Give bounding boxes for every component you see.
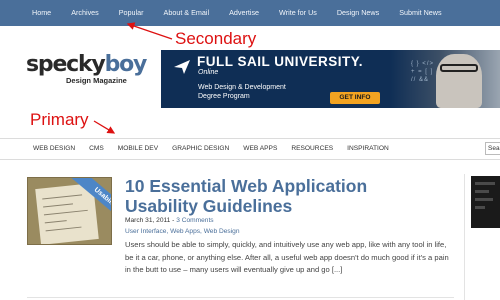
nav-home[interactable]: Home [22, 0, 61, 26]
nav-web-apps[interactable]: WEB APPS [236, 139, 284, 159]
primary-nav-bar: WEB DESIGN CMS MOBILE DEV GRAPHIC DESIGN… [0, 138, 500, 160]
article-thumbnail[interactable]: Usability [27, 177, 112, 245]
category-web-design[interactable]: Web Design [204, 228, 240, 235]
secondary-arrow [126, 22, 173, 40]
nav-design-news[interactable]: Design News [327, 0, 389, 26]
airplane-icon [174, 60, 190, 74]
ad-scribble-decoration: { } </> + = [ ]// && [410, 61, 434, 83]
banner-ad[interactable]: { } </> + = [ ]// && FULL SAIL UNIVERSITY… [161, 50, 500, 108]
nav-submit-news[interactable]: Submit News [389, 0, 451, 26]
primary-nav: WEB DESIGN CMS MOBILE DEV GRAPHIC DESIGN… [26, 139, 396, 159]
article-bottom-divider [27, 297, 454, 298]
secondary-annotation: Secondary [175, 29, 257, 48]
secondary-nav-bar: Home Archives Popular About & Email Adve… [0, 0, 500, 26]
ad-glasses-shape [440, 64, 478, 72]
ad-portrait-image [436, 54, 482, 108]
nav-web-design[interactable]: WEB DESIGN [26, 139, 82, 159]
ad-program-line2: Degree Program [198, 93, 250, 100]
nav-about-email[interactable]: About & Email [154, 0, 220, 26]
nav-advertise[interactable]: Advertise [219, 0, 269, 26]
category-user-interface[interactable]: User Interface [125, 228, 166, 235]
nav-write-for-us[interactable]: Write for Us [269, 0, 327, 26]
article-meta: March 31, 2011 - 3 Comments [125, 217, 214, 224]
get-info-button[interactable]: GET INFO [330, 92, 380, 104]
nav-archives[interactable]: Archives [61, 0, 109, 26]
article-excerpt: Users should be able to simply, quickly,… [125, 240, 449, 274]
article-date: March 31, 2011 [125, 217, 171, 224]
ad-title: FULL SAIL UNIVERSITY. [197, 54, 364, 69]
nav-mobile-dev[interactable]: MOBILE DEV [111, 139, 165, 159]
category-web-apps[interactable]: Web Apps [170, 228, 200, 235]
nav-popular[interactable]: Popular [109, 0, 154, 26]
sidebar-divider [464, 174, 465, 300]
nav-inspiration[interactable]: INSPIRATION [340, 139, 396, 159]
nav-resources[interactable]: RESOURCES [284, 139, 340, 159]
secondary-nav: Home Archives Popular About & Email Adve… [22, 0, 452, 26]
primary-arrow [93, 120, 116, 134]
article-categories: User Interface, Web Apps, Web Design [125, 228, 240, 235]
logo-tagline: Design Magazine [66, 76, 127, 85]
search-input[interactable] [485, 142, 500, 155]
logo-wordmark: speckyboy [26, 52, 147, 77]
nav-cms[interactable]: CMS [82, 139, 111, 159]
ad-program-line1: Web Design & Development [198, 84, 286, 91]
site-logo[interactable]: speckyboy Design Magazine [26, 52, 147, 92]
comments-link[interactable]: 3 Comments [176, 217, 213, 224]
ad-program-text: Web Design & Development Degree Program [198, 83, 338, 101]
article-title[interactable]: 10 Essential Web Application Usability G… [125, 176, 395, 216]
ad-subtitle: Online [198, 69, 219, 76]
sidebar-image[interactable] [471, 176, 500, 228]
nav-graphic-design[interactable]: GRAPHIC DESIGN [165, 139, 236, 159]
primary-annotation: Primary [30, 110, 89, 129]
